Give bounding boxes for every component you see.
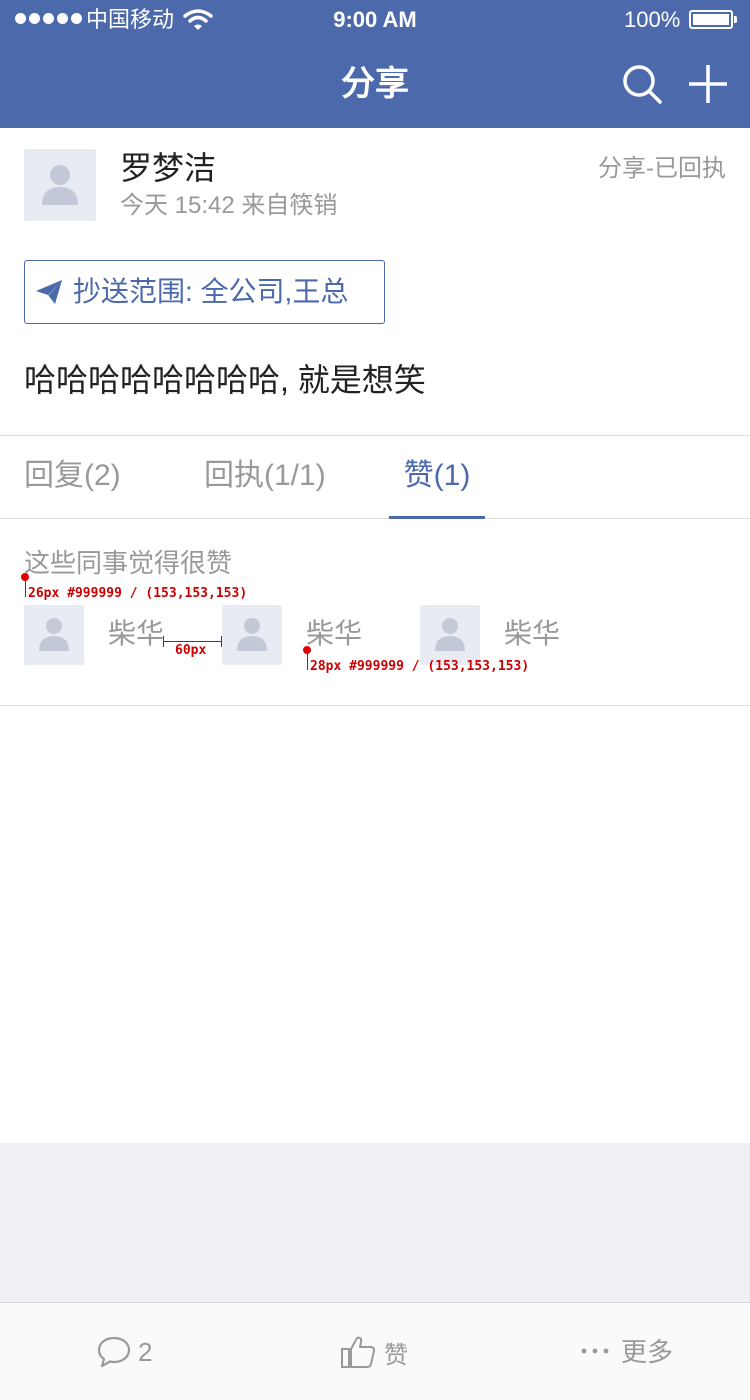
cc-scope-box[interactable]: 抄送范围: 全公司,王总 <box>24 260 385 324</box>
cc-scope-label: 抄送范围: 全公司,王总 <box>73 276 349 307</box>
battery-icon <box>689 10 737 29</box>
bottom-action-bar: 2 赞 更多 <box>0 1302 750 1400</box>
liker-name: 柴华 <box>306 618 363 649</box>
annotation-line <box>25 577 26 597</box>
liker-avatar <box>222 605 282 665</box>
annotation-name-spec: 28px #999999 / (153,153,153) <box>310 659 530 674</box>
annotation-line <box>163 641 222 642</box>
annotation-line <box>307 650 308 670</box>
liker-avatar <box>420 605 480 665</box>
comment-button[interactable]: 2 <box>96 1303 176 1400</box>
user-icon <box>39 618 69 651</box>
more-dots-icon <box>581 1348 609 1354</box>
like-label: 赞 <box>384 1342 408 1369</box>
liker-item[interactable]: 柴华 <box>24 605 174 665</box>
likes-title: 这些同事觉得很赞 <box>24 548 233 578</box>
empty-area <box>0 1143 750 1302</box>
comment-count: 2 <box>138 1337 153 1367</box>
comment-icon <box>97 1336 131 1368</box>
author-avatar[interactable] <box>24 149 96 221</box>
screen: 中国移动 9:00 AM 100% 分享 罗梦洁 今天 15:42 来自筷销 分 <box>0 0 750 1400</box>
post-content: 哈哈哈哈哈哈哈哈, 就是想笑 <box>24 362 426 398</box>
annotation-line <box>163 636 164 647</box>
tab-bar: 回复(2) 回执(1/1) 赞(1) <box>0 435 750 519</box>
more-label: 更多 <box>621 1337 674 1367</box>
paper-plane-icon <box>36 280 62 304</box>
annotation-line <box>221 636 222 647</box>
top-bar: 中国移动 9:00 AM 100% 分享 <box>0 0 750 128</box>
search-icon[interactable] <box>620 62 664 106</box>
status-bar: 中国移动 9:00 AM 100% <box>0 0 750 40</box>
battery-percentage: 100% <box>624 7 681 32</box>
thumbs-up-icon <box>341 1336 376 1368</box>
liker-item[interactable]: 柴华 <box>420 605 570 665</box>
tab-receipts[interactable]: 回执(1/1) <box>204 436 326 519</box>
more-button[interactable]: 更多 <box>580 1303 680 1400</box>
like-button[interactable]: 赞 <box>340 1303 420 1400</box>
tab-replies[interactable]: 回复(2) <box>24 436 121 519</box>
annotation-spacing-spec: 60px <box>175 643 207 658</box>
post-meta: 今天 15:42 来自筷销 <box>120 192 338 219</box>
liker-name: 柴华 <box>108 618 165 649</box>
author-name[interactable]: 罗梦洁 <box>120 148 216 188</box>
plus-icon[interactable] <box>686 62 730 106</box>
liker-item[interactable]: 柴华 <box>222 605 372 665</box>
annotation-title-spec: 26px #999999 / (153,153,153) <box>28 586 248 601</box>
user-icon <box>435 618 465 651</box>
liker-name: 柴华 <box>504 618 561 649</box>
liker-avatar <box>24 605 84 665</box>
user-icon <box>237 618 267 651</box>
active-tab-indicator <box>389 516 485 519</box>
status-badge: 分享-已回执 <box>598 155 726 182</box>
section-divider <box>0 705 750 706</box>
tab-likes[interactable]: 赞(1) <box>389 436 485 519</box>
user-icon <box>42 165 78 205</box>
